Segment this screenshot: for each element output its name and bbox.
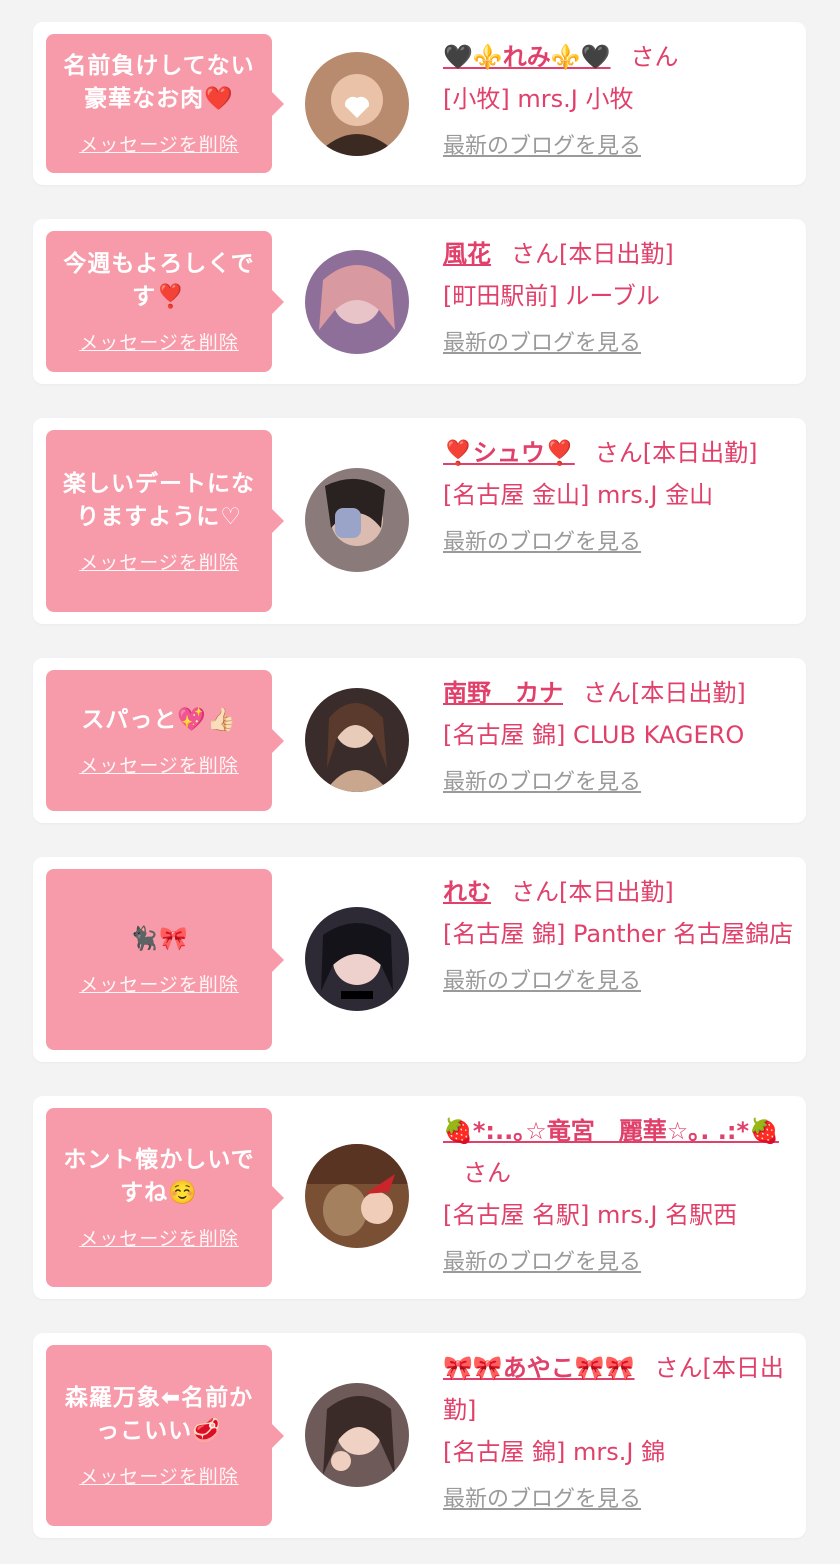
- shop-label: [名古屋 錦] mrs.J 錦: [443, 1438, 666, 1466]
- cast-info: 南野 カナ さん[本日出勤] [名古屋 錦] CLUB KAGERO 最新のブログ…: [443, 672, 794, 804]
- message-bubble: スパっと💖👍🏻 メッセージを削除: [46, 670, 284, 811]
- favorite-card: 🐈‍⬛🎀 メッセージを削除 れむ さん[本日出勤] [名古屋 錦] Panther…: [33, 857, 806, 1062]
- avatar[interactable]: [305, 688, 409, 792]
- cast-name-link[interactable]: 南野 カナ: [443, 679, 563, 707]
- message-text: 🐈‍⬛🎀: [129, 925, 189, 952]
- cast-info: 🎀🎀あやこ🎀🎀 さん[本日出勤] [名古屋 錦] mrs.J 錦 最新のブログを見…: [443, 1347, 794, 1521]
- shop-label: [名古屋 錦] Panther 名古屋錦店: [443, 920, 794, 948]
- delete-message-link[interactable]: メッセージを削除: [79, 1462, 239, 1489]
- cast-name-link[interactable]: 🍓*:..｡☆竜宮 麗華☆｡. .:*🍓: [443, 1117, 779, 1145]
- cast-name-link[interactable]: ❣️シュウ❣️: [443, 439, 575, 467]
- delete-message-link[interactable]: メッセージを削除: [79, 751, 239, 778]
- favorite-card: 楽しいデートになりますように♡ メッセージを削除 ❣️シュウ❣️ さん[本日出勤]…: [33, 418, 806, 624]
- cast-name-link[interactable]: れむ: [443, 878, 491, 906]
- shop-label: [小牧] mrs.J 小牧: [443, 85, 634, 113]
- latest-blog-link[interactable]: 最新のブログを見る: [443, 126, 794, 168]
- message-bubble: 森羅万象⬅名前かっこいい🥩 メッセージを削除: [46, 1345, 284, 1526]
- avatar[interactable]: [305, 1383, 409, 1487]
- delete-message-link[interactable]: メッセージを削除: [79, 548, 239, 575]
- shop-label: [名古屋 金山] mrs.J 金山: [443, 481, 714, 509]
- avatar[interactable]: [305, 1144, 409, 1248]
- latest-blog-link[interactable]: 最新のブログを見る: [443, 522, 794, 564]
- message-bubble: 楽しいデートになりますように♡ メッセージを削除: [46, 430, 284, 612]
- message-text: ホント懐かしいですね☺️: [63, 1147, 255, 1206]
- favorite-card: ホント懐かしいですね☺️ メッセージを削除 🍓*:..｡☆竜宮 麗華☆｡. .:…: [33, 1096, 806, 1299]
- message-text: スパっと💖👍🏻: [81, 706, 237, 733]
- cast-name-link[interactable]: 風花: [443, 240, 491, 268]
- favorite-card: 今週もよろしくです❣️ メッセージを削除 風花 さん[本日出勤] [町田駅前] ル…: [33, 219, 806, 384]
- cast-info: 🖤⚜️れみ⚜️🖤 さん [小牧] mrs.J 小牧 最新のブログを見る: [443, 36, 794, 168]
- shop-label: [名古屋 名駅] mrs.J 名駅西: [443, 1201, 738, 1229]
- message-bubble: 🐈‍⬛🎀 メッセージを削除: [46, 869, 284, 1050]
- latest-blog-link[interactable]: 最新のブログを見る: [443, 323, 794, 365]
- latest-blog-link[interactable]: 最新のブログを見る: [443, 961, 794, 1003]
- message-text: 名前負けしてない豪華なお肉❤️: [63, 53, 255, 112]
- message-bubble: ホント懐かしいですね☺️ メッセージを削除: [46, 1108, 284, 1287]
- shop-label: [町田駅前] ルーブル: [443, 282, 660, 310]
- avatar[interactable]: [305, 52, 409, 156]
- favorite-card: 名前負けしてない豪華なお肉❤️ メッセージを削除 🖤⚜️れみ⚜️🖤 さん [小牧]…: [33, 22, 806, 185]
- favorite-card: スパっと💖👍🏻 メッセージを削除 南野 カナ さん[本日出勤] [名古屋 錦] C…: [33, 658, 806, 823]
- latest-blog-link[interactable]: 最新のブログを見る: [443, 762, 794, 804]
- cast-info: 🍓*:..｡☆竜宮 麗華☆｡. .:*🍓 さん [名古屋 名駅] mrs.J 名駅…: [443, 1110, 794, 1284]
- cast-info: 風花 さん[本日出勤] [町田駅前] ルーブル 最新のブログを見る: [443, 233, 794, 365]
- message-text: 楽しいデートになりますように♡: [63, 470, 255, 530]
- cast-name-link[interactable]: 🖤⚜️れみ⚜️🖤: [443, 43, 611, 71]
- delete-message-link[interactable]: メッセージを削除: [79, 1224, 239, 1251]
- message-bubble: 今週もよろしくです❣️ メッセージを削除: [46, 231, 284, 372]
- cast-info: ❣️シュウ❣️ さん[本日出勤] [名古屋 金山] mrs.J 金山 最新のブログ…: [443, 432, 794, 564]
- delete-message-link[interactable]: メッセージを削除: [79, 970, 239, 997]
- cast-suffix: さん[本日出勤]: [511, 240, 674, 268]
- message-text: 森羅万象⬅名前かっこいい🥩: [64, 1385, 254, 1444]
- cast-suffix: さん[本日出勤]: [583, 679, 746, 707]
- cast-suffix: さん[本日出勤]: [511, 878, 674, 906]
- latest-blog-link[interactable]: 最新のブログを見る: [443, 1242, 794, 1284]
- avatar[interactable]: [305, 468, 409, 572]
- message-text: 今週もよろしくです❣️: [63, 251, 255, 310]
- delete-message-link[interactable]: メッセージを削除: [79, 328, 239, 355]
- avatar[interactable]: [305, 250, 409, 354]
- latest-blog-link[interactable]: 最新のブログを見る: [443, 1479, 794, 1521]
- avatar[interactable]: [305, 907, 409, 1011]
- delete-message-link[interactable]: メッセージを削除: [79, 130, 239, 157]
- cast-suffix: さん[本日出勤]: [594, 439, 758, 467]
- cast-suffix: さん: [630, 43, 679, 71]
- cast-suffix: さん: [463, 1159, 511, 1187]
- favorite-card: 森羅万象⬅名前かっこいい🥩 メッセージを削除 🎀🎀あやこ🎀🎀 さん[本日出勤] […: [33, 1333, 806, 1538]
- shop-label: [名古屋 錦] CLUB KAGERO: [443, 721, 745, 749]
- message-bubble: 名前負けしてない豪華なお肉❤️ メッセージを削除: [46, 34, 284, 173]
- cast-name-link[interactable]: 🎀🎀あやこ🎀🎀: [443, 1354, 635, 1382]
- cast-info: れむ さん[本日出勤] [名古屋 錦] Panther 名古屋錦店 最新のブログを…: [443, 871, 794, 1003]
